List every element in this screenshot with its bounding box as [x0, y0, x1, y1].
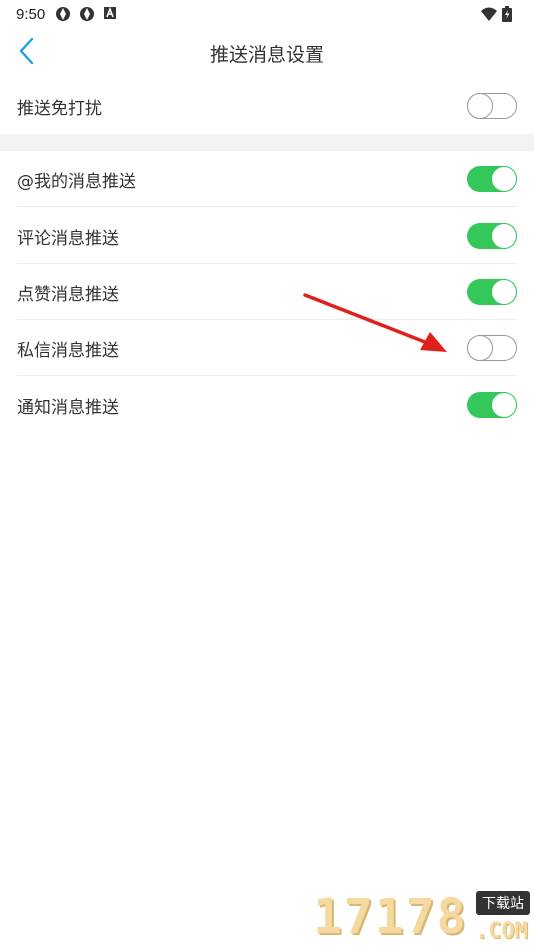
nav-bar: 推送消息设置 — [0, 28, 534, 78]
toggle-knob — [466, 334, 493, 361]
shutter-icon — [55, 6, 71, 22]
list-item: 点赞消息推送 — [0, 264, 534, 320]
toggle-knob — [491, 392, 517, 418]
status-time: 9:50 — [16, 5, 46, 23]
private-messages-label: 私信消息推送 — [17, 340, 119, 361]
shutter-icon — [79, 6, 95, 22]
dnd-row: 推送免打扰 — [0, 78, 534, 134]
likes-label: 点赞消息推送 — [17, 284, 119, 305]
toggle-knob — [491, 279, 517, 305]
toggle-knob — [491, 166, 517, 192]
list-item: 评论消息推送 — [0, 208, 534, 264]
settings-screen: 9:50 推送消息设置 推送免打扰 @我的消息推送 评论消息推送 点赞消息推送 … — [0, 0, 534, 950]
back-button[interactable] — [10, 36, 44, 70]
wifi-icon — [480, 6, 497, 22]
comments-toggle[interactable] — [467, 223, 517, 249]
battery-icon — [502, 6, 518, 22]
toggle-knob — [491, 223, 517, 249]
watermark-digits: 17178 — [313, 889, 468, 945]
status-bar: 9:50 — [0, 0, 534, 28]
chevron-left-icon — [18, 37, 36, 69]
divider — [17, 375, 517, 376]
likes-toggle[interactable] — [467, 279, 517, 305]
watermark-badge: 下载站 — [476, 891, 530, 915]
private-messages-toggle[interactable] — [466, 334, 517, 361]
toggle-knob — [466, 92, 493, 119]
dnd-label: 推送免打扰 — [17, 98, 102, 119]
notifications-toggle[interactable] — [467, 392, 517, 418]
section-gap — [0, 134, 534, 151]
list-item: @我的消息推送 — [0, 151, 534, 207]
status-right — [480, 6, 518, 22]
notifications-label: 通知消息推送 — [17, 397, 119, 418]
watermark-logo: 17178 下载站 .COM — [305, 885, 534, 950]
page-title: 推送消息设置 — [209, 43, 324, 66]
list-item: 私信消息推送 — [0, 320, 534, 376]
comments-label: 评论消息推送 — [17, 228, 119, 249]
watermark-suffix: .COM — [475, 919, 528, 944]
a-box-icon — [103, 6, 119, 22]
at-mentions-toggle[interactable] — [467, 166, 517, 192]
divider — [17, 206, 517, 207]
at-mentions-label: @我的消息推送 — [17, 171, 136, 192]
list-item: 通知消息推送 — [0, 377, 534, 433]
status-left: 9:50 — [16, 6, 119, 23]
dnd-toggle[interactable] — [466, 92, 517, 119]
